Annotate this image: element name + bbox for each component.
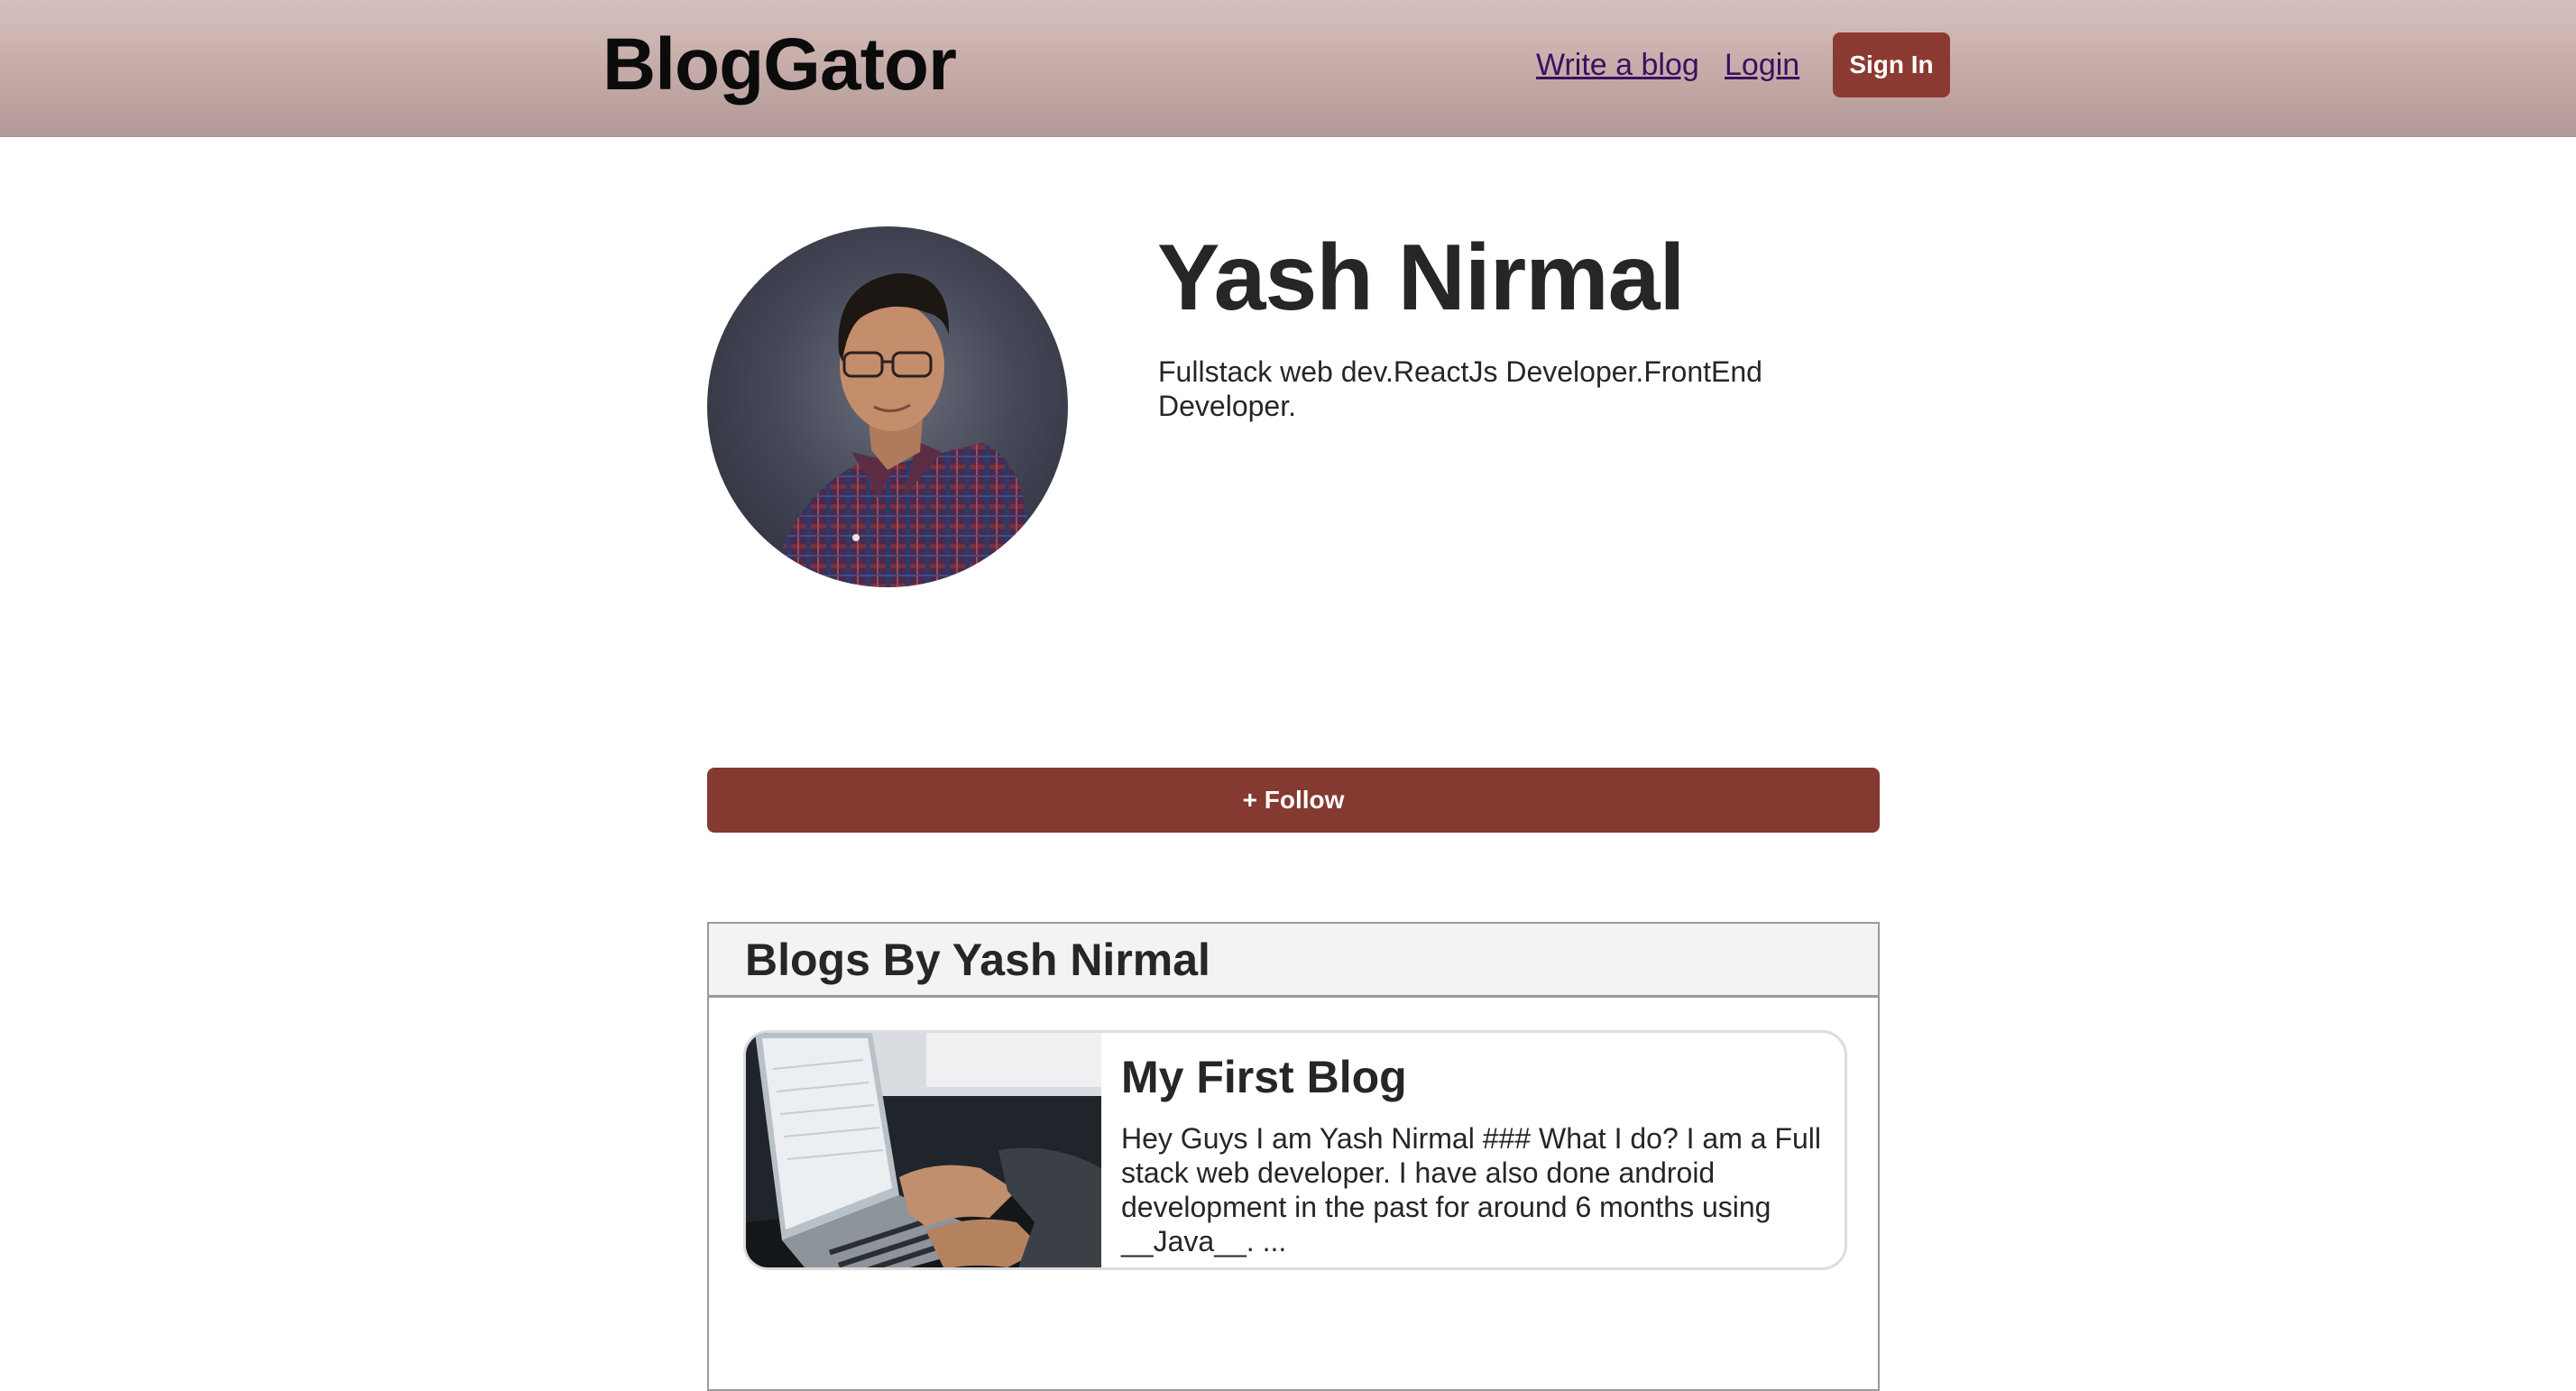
top-navbar: BlogGator Write a blog Login Sign In [0,0,2576,137]
profile-avatar [707,226,1068,587]
blog-title[interactable]: My First Blog [1121,1049,1407,1105]
blog-card[interactable]: My First Blog Hey Guys I am Yash Nirmal … [743,1030,1847,1270]
blog-thumbnail [746,1033,1101,1267]
blogs-panel-header: Blogs By Yash Nirmal [709,924,1878,998]
follow-button[interactable]: + Follow [707,768,1880,833]
write-blog-link[interactable]: Write a blog [1536,43,1699,87]
blogs-heading: Blogs By Yash Nirmal [745,934,1210,985]
login-link[interactable]: Login [1725,43,1799,87]
blogs-panel: Blogs By Yash Nirmal My First Blog Hey G… [707,922,1880,1391]
site-logo[interactable]: BlogGator [603,20,957,110]
profile-bio: Fullstack web dev.ReactJs Developer.Fron… [1158,355,1762,422]
blog-excerpt: Hey Guys I am Yash Nirmal ### What I do?… [1121,1122,1821,1257]
profile-photo-icon [770,272,1032,587]
laptop-typing-icon [746,1033,1101,1267]
sign-in-button[interactable]: Sign In [1833,32,1950,97]
profile-name: Yash Nirmal [1157,226,1685,330]
